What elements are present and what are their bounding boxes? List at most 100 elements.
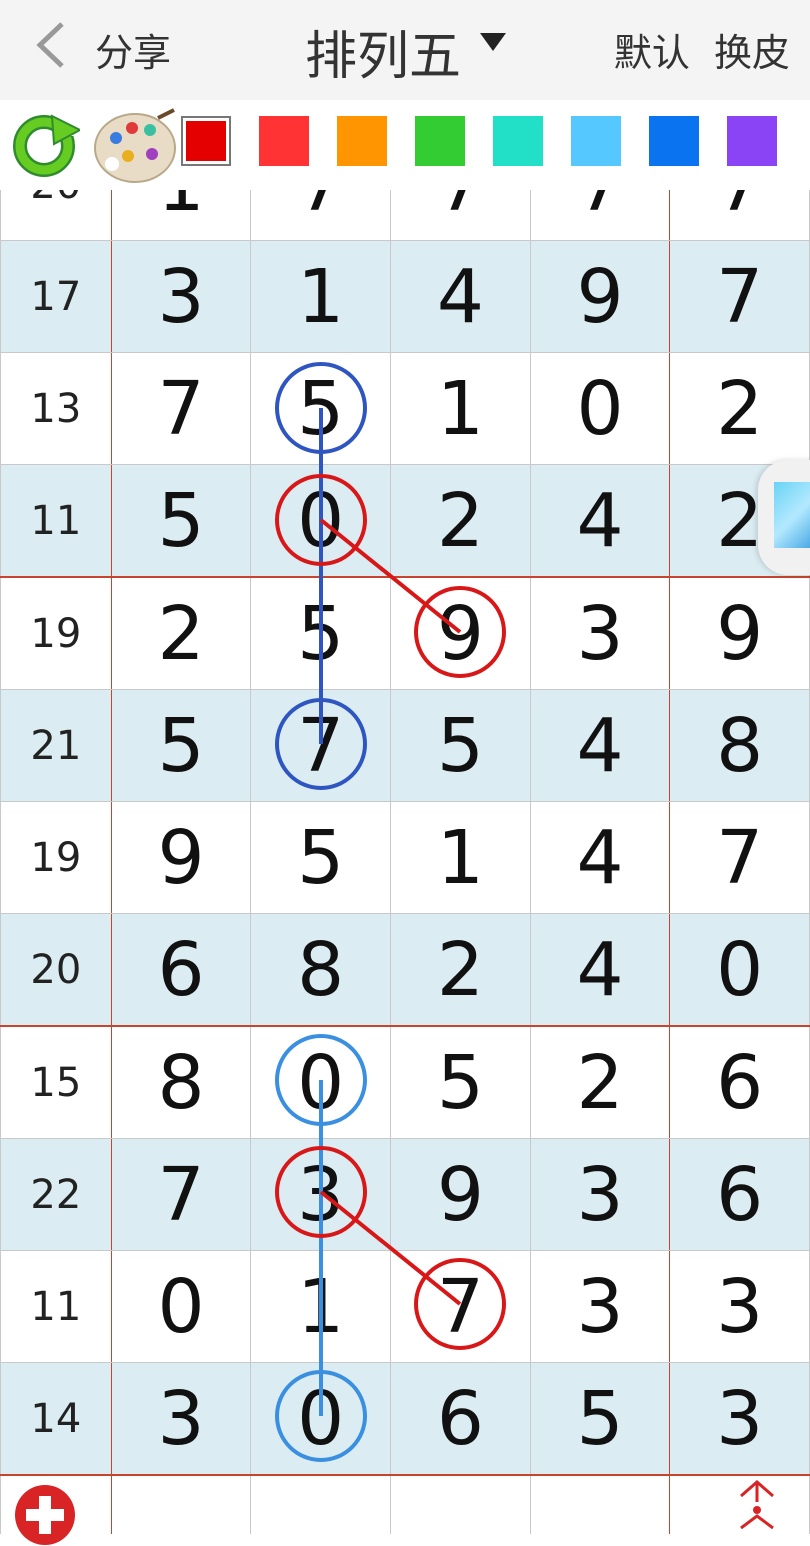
digit-cell[interactable]: 3 [529,576,671,690]
row-index-cell: 11 [0,1250,112,1363]
digit-cell[interactable] [390,1474,531,1534]
digit-cell[interactable]: 0 [250,1025,392,1139]
table-row: 20 6 8 2 4 0 [0,913,810,1027]
digit-cell[interactable]: 2 [529,1025,671,1139]
digit-cell[interactable]: 3 [110,1362,252,1476]
digit-cell[interactable]: 4 [529,689,671,802]
digit-cell[interactable]: 6 [390,1362,531,1476]
digit-cell[interactable]: 2 [669,352,810,465]
row-index-cell: 21 [0,689,112,802]
table-row: 14 3 0 6 5 3 [0,1362,810,1476]
expand-arrows-icon[interactable] [735,1478,779,1534]
digit-cell[interactable]: 8 [110,1025,252,1139]
digit-cell[interactable]: 5 [110,689,252,802]
row-index-cell: 11 [0,464,112,578]
digit-cell[interactable]: 1 [110,190,252,241]
default-button[interactable]: 默认 [614,31,690,75]
table-row: 19 9 5 1 4 7 [0,801,810,914]
digit-cell[interactable]: 6 [669,1138,810,1251]
digit-cell[interactable]: 4 [529,464,671,578]
digit-cell[interactable]: 5 [250,352,392,465]
digit-cell[interactable]: 5 [250,576,392,690]
digit-cell[interactable]: 7 [250,689,392,802]
digit-cell[interactable]: 7 [669,801,810,914]
row-index-cell: 14 [0,1362,112,1476]
table-row: 13 7 5 1 0 2 [0,352,810,465]
color-swatch[interactable] [649,116,699,166]
digit-cell[interactable]: 7 [529,190,671,241]
digit-cell[interactable]: 2 [110,576,252,690]
digit-cell[interactable]: 3 [529,1138,671,1251]
results-table-viewport[interactable]: 2017777173149713751021150242192593921575… [0,190,810,1534]
digit-cell[interactable]: 1 [250,1250,392,1363]
color-palette-bar [0,100,810,190]
digit-cell[interactable]: 4 [529,801,671,914]
table-row [0,1474,810,1534]
digit-cell[interactable]: 7 [110,352,252,465]
digit-cell[interactable]: 7 [669,240,810,353]
digit-cell[interactable]: 7 [250,190,392,241]
digit-cell[interactable]: 0 [250,464,392,578]
digit-cell[interactable]: 7 [110,1138,252,1251]
digit-cell[interactable]: 3 [250,1138,392,1251]
back-chevron-icon[interactable] [30,20,70,70]
digit-cell[interactable]: 9 [110,801,252,914]
digit-cell[interactable] [250,1474,392,1534]
color-swatch[interactable] [571,116,621,166]
digit-cell[interactable]: 4 [390,240,531,353]
digit-cell[interactable]: 5 [110,464,252,578]
row-index-cell: 17 [0,240,112,353]
digit-cell[interactable]: 9 [390,1138,531,1251]
floating-image-tab[interactable] [758,460,810,575]
color-swatch[interactable] [259,116,309,166]
digit-cell[interactable]: 1 [390,352,531,465]
digit-cell[interactable]: 2 [390,464,531,578]
add-icon[interactable] [14,1484,76,1546]
row-index-cell: 13 [0,352,112,465]
digit-cell[interactable]: 3 [669,1362,810,1476]
digit-cell[interactable]: 3 [669,1250,810,1363]
color-swatch[interactable] [181,116,231,166]
digit-cell[interactable]: 7 [390,190,531,241]
digit-cell[interactable]: 5 [390,1025,531,1139]
skin-button[interactable]: 换皮 [714,31,790,75]
color-swatch[interactable] [727,116,777,166]
digit-cell[interactable]: 0 [110,1250,252,1363]
digit-cell[interactable]: 0 [250,1362,392,1476]
table-row: 17 3 1 4 9 7 [0,240,810,353]
digit-cell[interactable] [110,1474,252,1534]
digit-cell[interactable]: 8 [250,913,392,1027]
digit-cell[interactable]: 9 [390,576,531,690]
row-index-cell: 15 [0,1025,112,1139]
share-button[interactable]: 分享 [95,22,171,77]
table-row: 11 5 0 2 4 2 [0,464,810,578]
digit-cell[interactable]: 7 [669,190,810,241]
digit-cell[interactable]: 0 [529,352,671,465]
digit-cell[interactable]: 6 [110,913,252,1027]
digit-cell[interactable]: 6 [669,1025,810,1139]
color-swatch[interactable] [493,116,543,166]
digit-cell[interactable]: 1 [250,240,392,353]
digit-cell[interactable]: 3 [529,1250,671,1363]
digit-cell[interactable]: 5 [390,689,531,802]
digit-cell[interactable]: 0 [669,913,810,1027]
digit-cell[interactable]: 5 [250,801,392,914]
table-row: 11 0 1 7 3 3 [0,1250,810,1363]
digit-cell[interactable]: 7 [390,1250,531,1363]
digit-cell[interactable]: 1 [390,801,531,914]
digit-cell[interactable] [529,1474,671,1534]
page-title[interactable]: 排列五 [305,14,461,89]
row-index-cell: 20 [0,190,112,241]
digit-cell[interactable]: 9 [669,576,810,690]
refresh-icon[interactable] [8,110,80,182]
digit-cell[interactable]: 2 [390,913,531,1027]
digit-cell[interactable]: 9 [529,240,671,353]
title-dropdown-icon[interactable] [480,33,506,51]
color-swatch[interactable] [415,116,465,166]
digit-cell[interactable]: 5 [529,1362,671,1476]
digit-cell[interactable]: 4 [529,913,671,1027]
digit-cell[interactable]: 8 [669,689,810,802]
digit-cell[interactable]: 3 [110,240,252,353]
paint-palette-icon[interactable] [92,108,178,186]
color-swatch[interactable] [337,116,387,166]
